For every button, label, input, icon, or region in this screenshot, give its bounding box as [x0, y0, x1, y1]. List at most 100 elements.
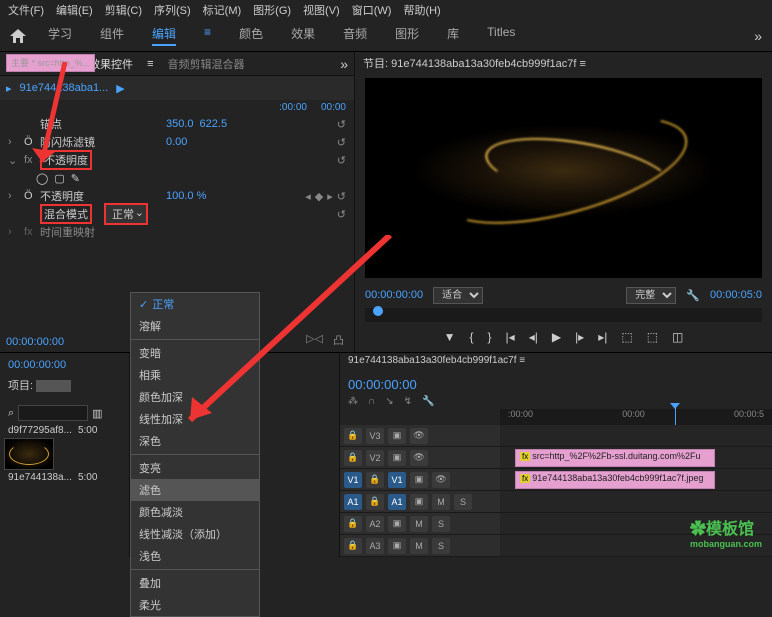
lift-icon[interactable]: ⬚: [621, 330, 632, 344]
wrench-icon[interactable]: 🔧: [686, 289, 700, 302]
tab-graphics[interactable]: 图形: [395, 25, 419, 46]
solo-icon[interactable]: S: [454, 494, 472, 510]
overflow-icon[interactable]: »: [754, 28, 762, 44]
timeline-tc[interactable]: 00:00:00:00: [348, 377, 417, 392]
anchor-x[interactable]: 350.0: [166, 118, 194, 130]
ellipse-mask-icon[interactable]: ◯: [36, 172, 48, 185]
blend-item-linearburn[interactable]: 线性加深: [131, 408, 259, 430]
track-v3[interactable]: V3: [366, 428, 384, 444]
tab-audio[interactable]: 音频: [343, 25, 367, 46]
tool-icon[interactable]: 凸: [333, 332, 344, 348]
program-monitor[interactable]: [365, 78, 762, 278]
track-toggle[interactable]: ▣: [388, 428, 406, 444]
menu-sequence[interactable]: 序列(S): [154, 2, 191, 18]
wrench-icon[interactable]: 🔧: [422, 396, 434, 407]
audio-mixer-tab[interactable]: 音频剪辑混合器: [167, 56, 244, 72]
track-target-a1[interactable]: A1: [344, 494, 362, 510]
track-lock-icon[interactable]: 🔒: [344, 516, 362, 532]
tab-library[interactable]: 库: [447, 25, 459, 46]
menu-marker[interactable]: 标记(M): [203, 2, 242, 18]
monitor-scrubber[interactable]: [365, 308, 762, 322]
reset-icon[interactable]: ↺: [337, 136, 346, 149]
track-toggle[interactable]: ▣: [410, 472, 428, 488]
marker-icon[interactable]: ▼: [444, 330, 456, 344]
monitor-tc-left[interactable]: 00:00:00:00: [365, 289, 423, 301]
step-fwd-icon[interactable]: |▸: [575, 330, 584, 344]
kf-add-icon[interactable]: ◆: [315, 190, 323, 203]
track-eye-icon[interactable]: 👁: [410, 450, 428, 466]
kf-next-icon[interactable]: ▸: [327, 190, 333, 203]
reset-icon[interactable]: ↺: [337, 154, 346, 167]
tab-editing[interactable]: 编辑: [152, 25, 176, 46]
snap-icon[interactable]: ⁂: [348, 396, 358, 407]
bin-thumb[interactable]: [4, 438, 125, 470]
tab-effects[interactable]: 效果: [291, 25, 315, 46]
project-search[interactable]: [18, 405, 88, 421]
flicker-value[interactable]: 0.00: [166, 136, 187, 148]
anchor-y[interactable]: 622.5: [200, 118, 228, 130]
twirl-icon[interactable]: ›: [8, 226, 18, 238]
twirl-open-icon[interactable]: ⌄: [8, 154, 18, 167]
track-target-v1[interactable]: V1: [344, 472, 362, 488]
zoom-select[interactable]: 适合: [433, 287, 483, 304]
menu-edit[interactable]: 编辑(E): [56, 2, 93, 18]
blend-item-colordodge[interactable]: 颜色减淡: [131, 501, 259, 523]
track-v1[interactable]: V1: [388, 472, 406, 488]
play-icon[interactable]: ▶: [552, 330, 561, 344]
timeline-ruler[interactable]: :00:00 00:00 00:00:5: [500, 409, 772, 425]
reset-icon[interactable]: ↺: [337, 208, 346, 221]
workspace-menu-icon[interactable]: ≡: [204, 25, 211, 46]
out-icon[interactable]: }: [488, 330, 492, 344]
menu-window[interactable]: 窗口(W): [352, 2, 392, 18]
tab-assembly[interactable]: 组件: [100, 25, 124, 46]
program-tab[interactable]: 节目: 91e744138aba13a30feb4cb999f1ac7f: [363, 58, 576, 70]
reset-icon[interactable]: ↺: [337, 190, 346, 203]
goto-in-icon[interactable]: |◂: [506, 330, 515, 344]
track-a2[interactable]: A2: [366, 516, 384, 532]
menu-help[interactable]: 帮助(H): [403, 2, 440, 18]
blend-item-darken[interactable]: 变暗: [131, 342, 259, 364]
fx-seq-name[interactable]: 91e744138aba1...: [20, 82, 109, 94]
project-tab[interactable]: 项目:: [8, 380, 33, 392]
menu-file[interactable]: 文件(F): [8, 2, 44, 18]
track-v2[interactable]: V2: [366, 450, 384, 466]
track-lock-icon[interactable]: 🔒: [344, 450, 362, 466]
track-eye-icon[interactable]: 👁: [432, 472, 450, 488]
mute-icon[interactable]: M: [432, 494, 450, 510]
menu-graphics[interactable]: 图形(G): [253, 2, 291, 18]
link-icon[interactable]: ∩: [368, 396, 375, 407]
home-icon[interactable]: [10, 29, 26, 43]
tab-learn[interactable]: 学习: [48, 25, 72, 46]
blend-item-lineardodge[interactable]: 线性减淡（添加）: [131, 523, 259, 545]
track-a1[interactable]: A1: [388, 494, 406, 510]
solo-icon[interactable]: S: [432, 516, 450, 532]
track-lock-icon[interactable]: 🔒: [366, 494, 384, 510]
track-toggle[interactable]: ▣: [388, 538, 406, 554]
timeline-clip[interactable]: fxsrc=http_%2F%2Fb-ssl.duitang.com%2Fu: [515, 449, 715, 467]
blend-item-darkercolor[interactable]: 深色: [131, 430, 259, 452]
settings-icon[interactable]: ↯: [404, 396, 412, 407]
menu-view[interactable]: 视图(V): [303, 2, 340, 18]
effect-controls-tab[interactable]: 效果控件: [89, 56, 133, 72]
tab-color[interactable]: 颜色: [239, 25, 263, 46]
track-lock-icon[interactable]: 🔒: [366, 472, 384, 488]
track-lock-icon[interactable]: 🔒: [344, 428, 362, 444]
menu-clip[interactable]: 剪辑(C): [105, 2, 142, 18]
timeline-clip[interactable]: fx91e744138aba13a30feb4cb999f1ac7f.jpeg: [515, 471, 715, 489]
rect-mask-icon[interactable]: ▢: [54, 172, 64, 185]
bin-item[interactable]: d9f77295af8... 5:00: [4, 423, 125, 438]
opacity-value[interactable]: 100.0 %: [166, 190, 206, 202]
track-toggle[interactable]: ▣: [388, 450, 406, 466]
extract-icon[interactable]: ⬚: [647, 330, 658, 344]
step-back-icon[interactable]: ◂|: [529, 330, 538, 344]
timeline-seq-tab[interactable]: 91e744138aba13a30feb4cb999f1ac7f: [348, 355, 517, 366]
track-eye-icon[interactable]: 👁: [410, 428, 428, 444]
opacity-section[interactable]: 不透明度: [40, 150, 92, 170]
fx-timecode[interactable]: 00:00:00:00: [6, 336, 64, 348]
blend-item-overlay[interactable]: 叠加: [131, 572, 259, 594]
blend-item-screen[interactable]: 滤色: [131, 479, 259, 501]
twirl-icon[interactable]: ›: [8, 136, 18, 148]
kf-prev-icon[interactable]: ◂: [305, 190, 311, 203]
twirl-icon[interactable]: ›: [8, 190, 18, 202]
track-toggle[interactable]: ▣: [410, 494, 428, 510]
